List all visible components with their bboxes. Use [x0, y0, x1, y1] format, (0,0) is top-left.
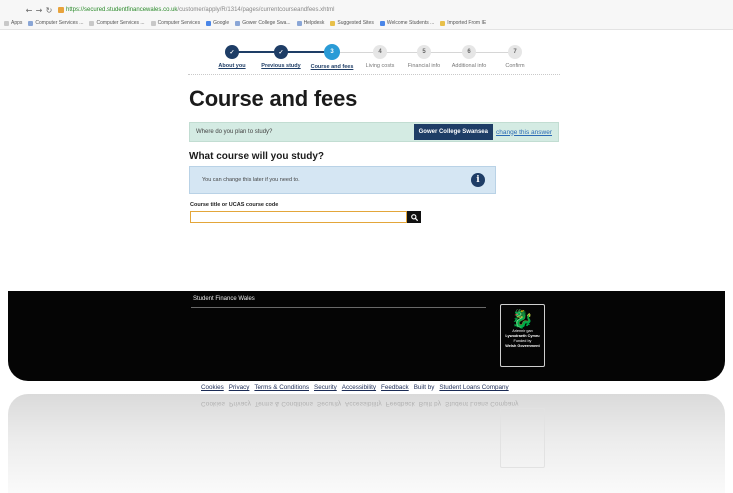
step-label: Confirm: [505, 63, 525, 69]
bookmark-computer-services-1[interactable]: Computer Services ...: [28, 20, 83, 26]
site-footer: [8, 291, 725, 381]
page-icon: [235, 20, 241, 26]
college-badge: Gower College Swansea: [413, 124, 493, 140]
step-number: 4: [373, 45, 387, 59]
page-icon: [296, 20, 302, 26]
step-number: 7: [508, 45, 522, 59]
bookmark-computer-services-3[interactable]: Computer Services: [150, 20, 200, 26]
bookmark-gower-college[interactable]: Gower College Swa...: [235, 20, 291, 26]
course-search-input[interactable]: [190, 211, 407, 223]
footer-links: Cookies Privacy Terms & Conditions Secur…: [201, 384, 509, 391]
reload-icon[interactable]: ↻: [44, 6, 54, 15]
reflection-logo: [500, 408, 545, 468]
footer-brand: Student Finance Wales: [193, 296, 255, 302]
bookmark-imported-from-ie[interactable]: Imported From IE: [440, 20, 486, 26]
forward-icon[interactable]: →: [34, 6, 44, 15]
browser-chrome: ← → ↻ https://secured.studentfinancewale…: [0, 0, 733, 30]
info-text: You can change this later if you need to…: [202, 177, 300, 183]
page-icon: [89, 20, 95, 26]
apps-icon: [4, 20, 9, 26]
url-path: /customer/apply/R/1314/pages/currentcour…: [177, 7, 335, 13]
step-confirm: 7 Confirm: [485, 40, 545, 69]
course-heading: What course will you study?: [189, 151, 325, 162]
back-icon[interactable]: ←: [24, 6, 34, 15]
bookmark-google[interactable]: Google: [206, 20, 229, 26]
change-answer-link[interactable]: change this answer: [496, 129, 552, 136]
footer-link-cookies[interactable]: Cookies: [201, 384, 224, 391]
page-icon: [150, 20, 156, 26]
footer-divider: [191, 307, 486, 308]
footer-link-feedback[interactable]: Feedback: [381, 384, 409, 391]
progress-stepper: ✓ About you ✓ Previous study 3 Course an…: [210, 40, 540, 70]
bookmark-helpdesk[interactable]: Helpdesk: [296, 20, 324, 26]
footer-link-accessibility[interactable]: Accessibility: [342, 384, 376, 391]
footer-link-security[interactable]: Security: [314, 384, 337, 391]
folder-icon: [330, 20, 336, 26]
search-icon: [410, 213, 418, 221]
lock-icon: [58, 7, 64, 13]
divider: [188, 74, 560, 75]
page-title: Course and fees: [189, 86, 358, 111]
info-panel: You can change this later if you need to…: [189, 166, 496, 194]
address-bar-row: ← → ↻ https://secured.studentfinancewale…: [0, 4, 733, 16]
bookmark-welcome-students[interactable]: Welcome Students ...: [379, 20, 434, 26]
reflection: Cookies Privacy Terms & Conditions Secur…: [8, 394, 725, 493]
search-button[interactable]: [407, 211, 421, 223]
check-icon: ✓: [225, 45, 239, 59]
welsh-government-logo: 🐉 Ariennir gan Lywodraeth Cymru Funded b…: [500, 304, 545, 367]
step-number: 5: [417, 45, 431, 59]
step-number: 6: [462, 45, 476, 59]
reflection-text: Cookies Privacy Terms & Conditions Secur…: [201, 400, 519, 407]
study-question: Where do you plan to study?: [196, 129, 273, 135]
bookmark-suggested-sites[interactable]: Suggested Sites: [330, 20, 374, 26]
info-icon: i: [471, 173, 485, 187]
address-bar[interactable]: https://secured.studentfinancewales.co.u…: [66, 7, 335, 13]
bookmark-apps[interactable]: Apps: [4, 20, 22, 26]
google-icon: [206, 20, 212, 26]
url-host: secured.studentfinancewales.co.uk: [84, 7, 178, 13]
footer-link-terms[interactable]: Terms & Conditions: [254, 384, 309, 391]
step-number: 3: [324, 44, 340, 60]
footer-link-slc[interactable]: Student Loans Company: [439, 384, 508, 391]
dragon-icon: 🐉: [511, 309, 534, 329]
url-scheme: https://: [66, 7, 85, 13]
gov-line: Welsh Government: [505, 344, 540, 348]
bookmark-computer-services-2[interactable]: Computer Services ...: [89, 20, 145, 26]
page-icon: [379, 20, 385, 26]
check-icon: ✓: [274, 45, 288, 59]
page-icon: [28, 20, 34, 26]
built-by-text: Built by: [413, 384, 435, 391]
bookmarks-bar: Apps Computer Services ... Computer Serv…: [4, 18, 486, 28]
footer-link-privacy[interactable]: Privacy: [229, 384, 250, 391]
folder-icon: [440, 20, 446, 26]
study-location-panel: Where do you plan to study? Gower Colleg…: [189, 122, 559, 142]
course-field-label: Course title or UCAS course code: [190, 202, 279, 208]
